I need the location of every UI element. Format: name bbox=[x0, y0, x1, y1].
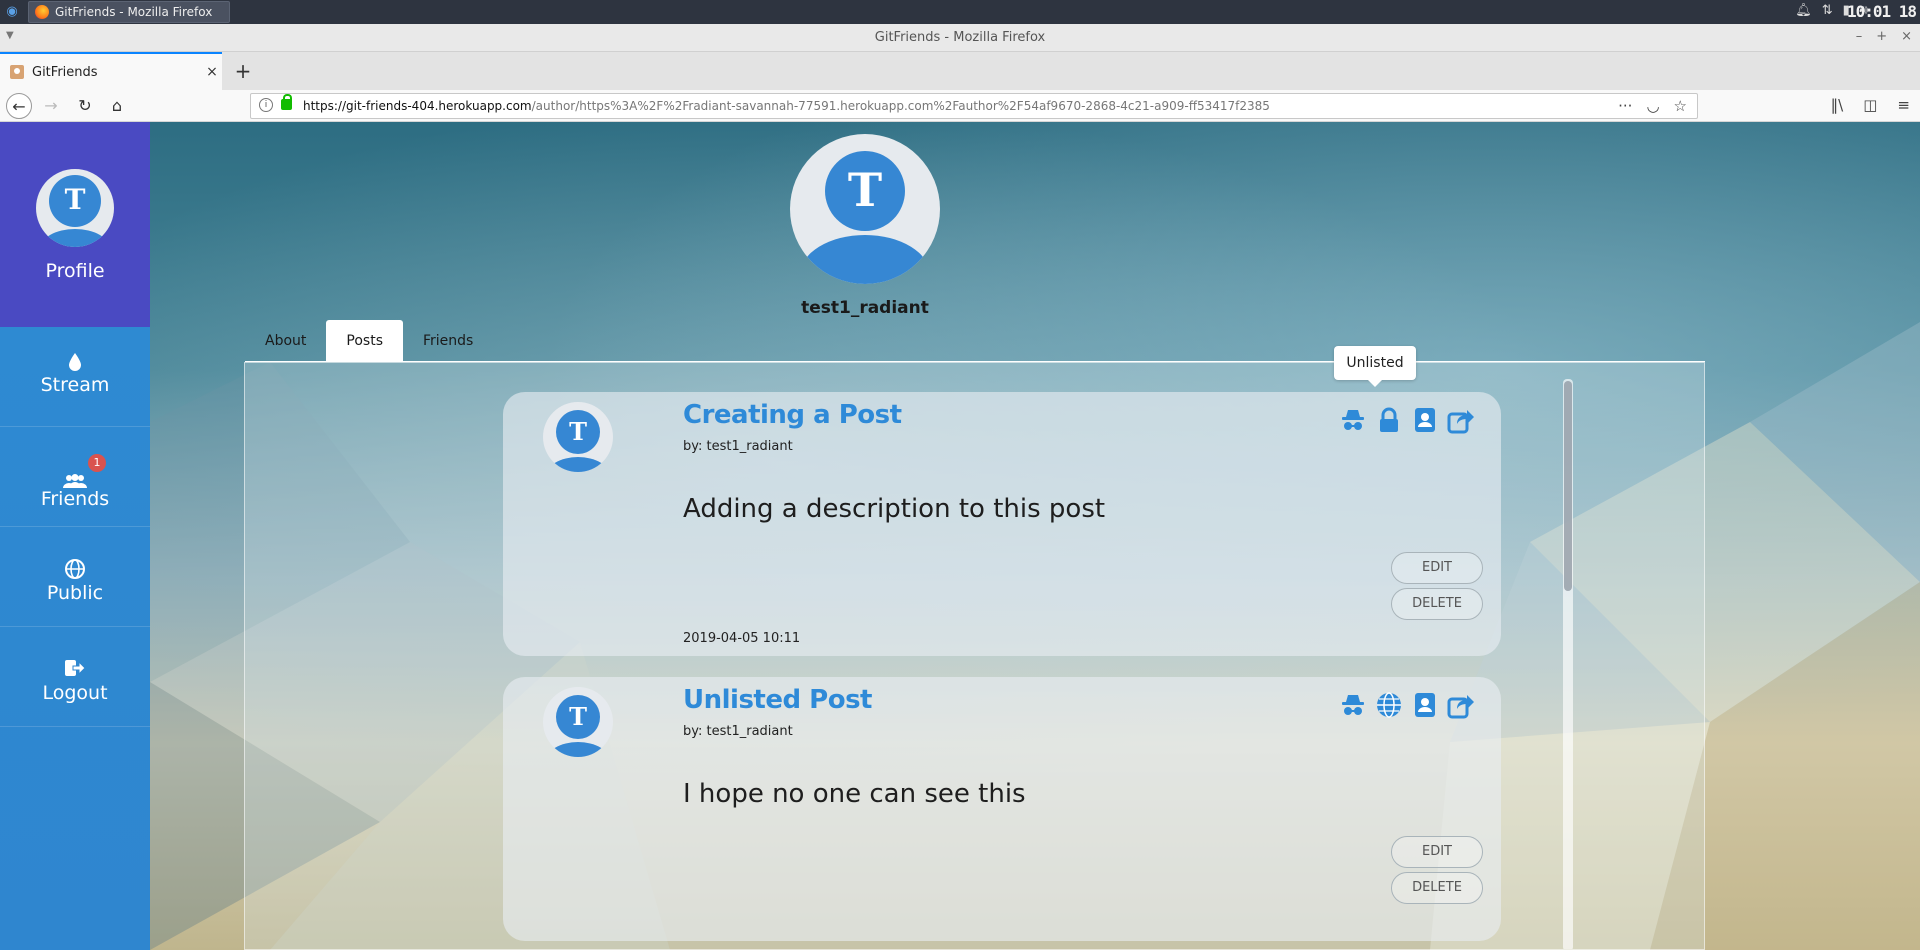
clock[interactable]: 10:01 18 bbox=[1847, 2, 1917, 21]
share-icon[interactable] bbox=[1447, 406, 1475, 434]
close-window-icon[interactable]: × bbox=[1901, 29, 1912, 44]
post-body: I hope no one can see this bbox=[683, 779, 1026, 809]
avatar-body bbox=[546, 742, 610, 757]
url-path: /author/https%3A%2F%2Fradiant-savannah-7… bbox=[531, 99, 1270, 113]
favicon-icon bbox=[10, 65, 24, 79]
globe-icon[interactable] bbox=[1375, 691, 1403, 719]
profile-avatar: T bbox=[790, 134, 940, 284]
maximize-icon[interactable]: + bbox=[1876, 29, 1887, 44]
library-icon[interactable]: ‖\ bbox=[1831, 96, 1844, 114]
browser-tab-title: GitFriends bbox=[32, 64, 98, 80]
sidebar-item-label: Friends bbox=[40, 488, 110, 510]
contact-card-icon[interactable] bbox=[1411, 406, 1439, 434]
post-card: T Creating a Post by: test1_radiant Addi… bbox=[503, 392, 1501, 656]
post-author: by: test1_radiant bbox=[683, 724, 793, 739]
browser-nav-bar: ← → ↻ ⌂ i https://git-friends-404.heroku… bbox=[0, 90, 1920, 122]
minimize-icon[interactable]: – bbox=[1856, 29, 1863, 44]
pocket-icon[interactable]: ◡ bbox=[1646, 97, 1659, 115]
drop-icon bbox=[0, 353, 150, 376]
url-bar[interactable]: i https://git-friends-404.herokuapp.com/… bbox=[250, 93, 1698, 119]
window-title: GitFriends - Mozilla Firefox bbox=[874, 30, 1046, 45]
contact-card-icon[interactable] bbox=[1411, 691, 1439, 719]
incognito-icon[interactable] bbox=[1339, 691, 1367, 719]
delete-button[interactable]: DELETE bbox=[1391, 588, 1483, 620]
avatar-body bbox=[800, 235, 930, 284]
avatar-letter: T bbox=[49, 175, 101, 227]
os-taskbar: ◉ GitFriends - Mozilla Firefox 🔔︎ ⇅ ▮ 🔊︎… bbox=[0, 0, 1920, 24]
new-tab-button[interactable]: + bbox=[230, 58, 256, 84]
page-actions-icon[interactable]: ··· bbox=[1618, 97, 1632, 115]
page-viewport: T Profile Stream 1 Friends Public Logout… bbox=[0, 122, 1920, 950]
post-icons bbox=[1339, 406, 1475, 434]
url-actions: ··· ◡ ☆ bbox=[1618, 97, 1687, 115]
sidebar-item-stream[interactable]: Stream bbox=[0, 327, 150, 427]
avatar-body bbox=[40, 229, 110, 247]
scrollbar-thumb[interactable] bbox=[1564, 381, 1572, 591]
posts-panel: T Creating a Post by: test1_radiant Addi… bbox=[244, 362, 1705, 950]
sidebar-item-label: Profile bbox=[45, 260, 105, 282]
sidebar-item-logout[interactable]: Logout bbox=[0, 627, 150, 727]
back-button[interactable]: ← bbox=[6, 93, 32, 119]
browser-tab-strip: GitFriends × + bbox=[0, 52, 1920, 90]
browser-tab[interactable]: GitFriends × bbox=[0, 52, 222, 90]
url-text[interactable]: https://git-friends-404.herokuapp.com/au… bbox=[303, 99, 1270, 113]
taskbar-window-button[interactable]: GitFriends - Mozilla Firefox bbox=[28, 1, 230, 23]
post-icons bbox=[1339, 691, 1475, 719]
taskbar-window-label: GitFriends - Mozilla Firefox bbox=[55, 5, 213, 19]
post-title[interactable]: Unlisted Post bbox=[683, 685, 872, 715]
avatar-body bbox=[546, 457, 610, 472]
bookmark-star-icon[interactable]: ☆ bbox=[1674, 97, 1687, 115]
sidebar-toggle-icon[interactable]: ◫ bbox=[1863, 96, 1877, 114]
delete-button[interactable]: DELETE bbox=[1391, 872, 1483, 904]
hamburger-menu-icon[interactable]: ≡ bbox=[1897, 96, 1910, 114]
post-card: T Unlisted Post by: test1_radiant I hope… bbox=[503, 677, 1501, 941]
notification-badge: 1 bbox=[88, 454, 106, 472]
forward-button[interactable]: → bbox=[38, 93, 64, 119]
avatar-letter: T bbox=[556, 695, 600, 739]
tab-friends[interactable]: Friends bbox=[403, 320, 493, 362]
incognito-icon[interactable] bbox=[1339, 406, 1367, 434]
post-title[interactable]: Creating a Post bbox=[683, 400, 902, 430]
firefox-icon bbox=[35, 5, 49, 19]
url-domain: https://git-friends-404.herokuapp.com bbox=[303, 99, 532, 113]
browser-toolbar-right: ‖\ ◫ ≡ bbox=[1831, 96, 1910, 114]
share-icon[interactable] bbox=[1447, 691, 1475, 719]
edit-button[interactable]: EDIT bbox=[1391, 836, 1483, 868]
info-icon[interactable]: i bbox=[259, 98, 273, 112]
visibility-tooltip: Unlisted bbox=[1334, 346, 1416, 387]
sidebar-item-friends[interactable]: 1 Friends bbox=[0, 427, 150, 527]
scrollbar[interactable] bbox=[1563, 379, 1573, 949]
home-button[interactable]: ⌂ bbox=[104, 93, 130, 119]
bell-icon[interactable]: 🔔︎ bbox=[1795, 3, 1812, 18]
sidebar-item-public[interactable]: Public bbox=[0, 527, 150, 627]
tab-posts[interactable]: Posts bbox=[326, 320, 403, 362]
post-date: 2019-04-05 10:11 bbox=[683, 631, 801, 646]
sidebar-item-label: Public bbox=[46, 582, 104, 604]
sidebar-item-label: Logout bbox=[42, 682, 108, 704]
network-arrows-icon[interactable]: ⇅ bbox=[1822, 3, 1833, 18]
globe-icon bbox=[0, 559, 150, 584]
avatar-letter: T bbox=[556, 410, 600, 454]
reload-button[interactable]: ↻ bbox=[72, 93, 98, 119]
close-tab-icon[interactable]: × bbox=[202, 64, 222, 80]
post-body: Adding a description to this post bbox=[683, 494, 1106, 524]
sign-out-icon bbox=[0, 659, 150, 682]
avatar: T bbox=[543, 687, 613, 757]
lock-icon[interactable] bbox=[281, 94, 292, 110]
avatar: T bbox=[36, 169, 114, 247]
window-controls: – + × bbox=[1856, 29, 1912, 44]
sidebar: T Profile Stream 1 Friends Public Logout bbox=[0, 122, 150, 950]
lock-icon[interactable] bbox=[1375, 406, 1403, 434]
avatar-letter: T bbox=[825, 151, 905, 231]
debian-swirl-icon[interactable]: ◉ bbox=[4, 4, 20, 20]
edit-button[interactable]: EDIT bbox=[1391, 552, 1483, 584]
sidebar-item-profile[interactable]: T Profile bbox=[0, 122, 150, 327]
avatar: T bbox=[543, 402, 613, 472]
sidebar-item-label: Stream bbox=[40, 374, 110, 396]
tab-about[interactable]: About bbox=[245, 320, 326, 362]
window-title-bar: ▼ GitFriends - Mozilla Firefox – + × bbox=[0, 24, 1920, 52]
post-author: by: test1_radiant bbox=[683, 439, 793, 454]
profile-tabs: About Posts Friends bbox=[245, 320, 493, 362]
profile-username: test1_radiant bbox=[801, 298, 929, 318]
